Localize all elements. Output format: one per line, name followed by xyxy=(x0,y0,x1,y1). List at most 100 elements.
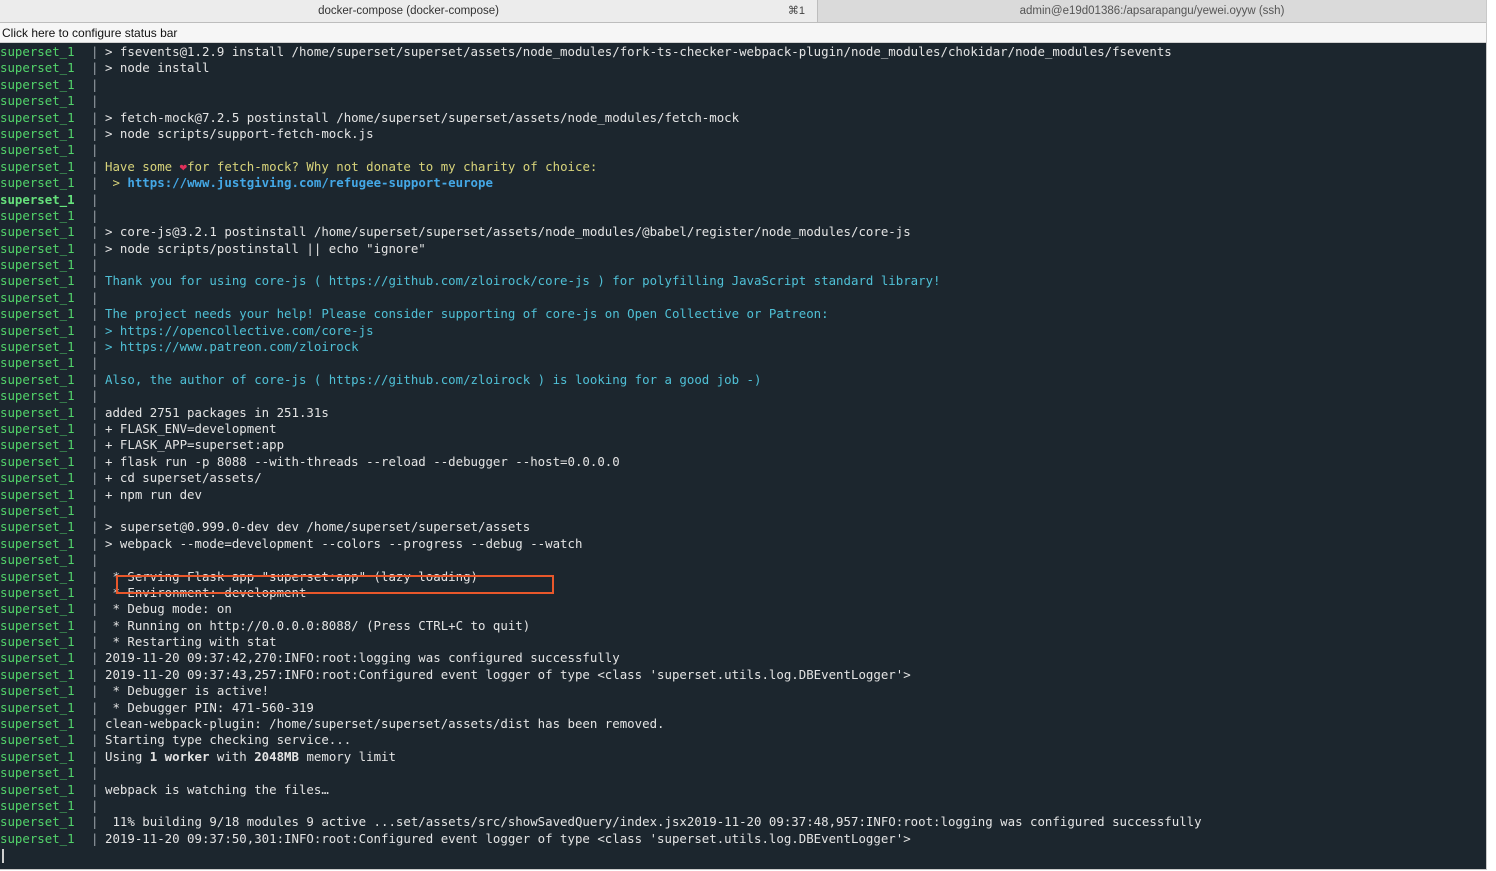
line-separator: | xyxy=(91,207,99,223)
terminal-line: superset_1 | * Running on http://0.0.0.0:… xyxy=(0,618,1486,634)
terminal-window: docker-compose (docker-compose) ⌘1 admin… xyxy=(0,0,1487,870)
line-prefix: superset_1 xyxy=(0,388,75,404)
line-prefix: superset_1 xyxy=(0,207,75,223)
heart-icon: ❤ xyxy=(179,158,188,174)
line-separator: | xyxy=(91,273,99,289)
line-text: > https://opencollective.com/core-js xyxy=(105,323,374,339)
line-text: Have some ❤for fetch-mock? Why not donat… xyxy=(105,159,597,175)
text-segment: 2019-11-20 09:37:43,257:INFO:root:Config… xyxy=(105,666,911,682)
terminal-line: superset_1 | 2019-11-20 09:37:50,301:INFO:… xyxy=(0,831,1486,847)
terminal-line: superset_1 | Starting type checking servic… xyxy=(0,732,1486,748)
tab-shortcut: ⌘1 xyxy=(787,5,805,17)
line-text: > https://www.justgiving.com/refugee-sup… xyxy=(105,175,493,191)
line-text: * Debugger PIN: 471-560-319 xyxy=(105,699,314,716)
line-text: > superset@0.999.0-dev dev /home/superse… xyxy=(105,519,530,535)
donation-link: https://www.justgiving.com/refugee-suppo… xyxy=(127,175,493,191)
terminal-line: superset_1 | The project needs your help! … xyxy=(0,306,1486,322)
line-prefix: superset_1 xyxy=(0,683,75,699)
text-segment: memory limit xyxy=(298,748,396,764)
line-text: Also, the author of core-js ( https://gi… xyxy=(105,372,761,388)
line-prefix: superset_1 xyxy=(0,765,75,781)
text-segment: + FLASK_ENV=development xyxy=(105,420,277,436)
terminal-line: superset_1 | clean-webpack-plugin: /home/s… xyxy=(0,716,1486,732)
text-segment: > fsevents@1.2.9 install /home/superset/… xyxy=(105,44,1172,59)
terminal-line: superset_1 | Also, the author of core-js (… xyxy=(0,372,1486,388)
line-separator: | xyxy=(91,437,99,453)
text-segment: Using xyxy=(105,748,150,764)
tab-ssh[interactable]: admin@e19d01386:/apsarapangu/yewei.oyyw … xyxy=(818,0,1486,22)
line-prefix: superset_1 xyxy=(0,76,75,92)
terminal-line: superset_1 | > fetch-mock@7.2.5 postinstal… xyxy=(0,110,1486,126)
terminal-line: superset_1 | xyxy=(0,355,1486,371)
line-text: > node install xyxy=(105,60,209,76)
line-prefix: superset_1 xyxy=(0,224,75,240)
line-separator: | xyxy=(91,420,99,436)
line-prefix: superset_1 xyxy=(0,797,75,813)
text-segment: > superset@0.999.0-dev dev /home/superse… xyxy=(105,519,531,535)
line-prefix: superset_1 xyxy=(0,634,75,650)
line-prefix: superset_1 xyxy=(0,339,75,355)
line-text: webpack is watching the files… xyxy=(105,782,329,798)
line-text: + npm run dev xyxy=(105,487,202,503)
terminal-line: superset_1 | webpack is watching the files… xyxy=(0,782,1486,798)
terminal-line: superset_1 | 2019-11-20 09:37:43,257:INFO:… xyxy=(0,667,1486,683)
text-segment: > node scripts/postinstall || echo "igno… xyxy=(105,240,426,256)
text-segment: * Running on http://0.0.0.0:8088/ (Press… xyxy=(105,617,531,633)
line-separator: | xyxy=(91,306,99,322)
line-separator: | xyxy=(91,142,99,158)
terminal-line: superset_1 | + npm run dev xyxy=(0,487,1486,503)
line-prefix: superset_1 xyxy=(0,257,75,273)
line-separator: | xyxy=(91,634,99,650)
terminal-output[interactable]: superset_1 | > fsevents@1.2.9 install /hom… xyxy=(0,44,1486,869)
terminal-line: superset_1 | > node install xyxy=(0,60,1486,76)
line-text: > core-js@3.2.1 postinstall /home/supers… xyxy=(105,224,911,240)
line-separator: | xyxy=(91,175,99,191)
terminal-line: superset_1 | xyxy=(0,798,1486,814)
line-prefix: superset_1 xyxy=(0,650,75,666)
line-prefix: superset_1 xyxy=(0,748,75,764)
terminal-line: superset_1 | > https://www.patreon.com/zlo… xyxy=(0,339,1486,355)
terminal-line: superset_1 | * Serving Flask app "superse… xyxy=(0,569,1486,585)
line-text: > node scripts/postinstall || echo "igno… xyxy=(105,241,426,257)
line-text: * Debug mode: on xyxy=(105,601,231,617)
line-separator: | xyxy=(91,732,99,748)
line-separator: | xyxy=(91,257,99,273)
line-prefix: superset_1 xyxy=(0,306,75,322)
line-text: The project needs your help! Please cons… xyxy=(105,306,829,322)
text-segment: The project needs your help! Please cons… xyxy=(105,306,829,322)
terminal-line: superset_1 | added 2751 packages in 251.31… xyxy=(0,405,1486,421)
line-prefix: superset_1 xyxy=(0,93,75,109)
terminal-line: superset_1 | > https://opencollective.com/… xyxy=(0,323,1486,339)
line-prefix: superset_1 xyxy=(0,240,75,256)
line-text: Thank you for using core-js ( https://gi… xyxy=(105,273,941,289)
text-segment: > fetch-mock@7.2.5 postinstall /home/sup… xyxy=(105,109,740,125)
terminal-line: superset_1 | xyxy=(0,552,1486,568)
line-prefix: superset_1 xyxy=(0,404,75,420)
line-prefix: superset_1 xyxy=(0,781,75,797)
terminal-line: superset_1 | > webpack --mode=development … xyxy=(0,536,1486,552)
terminal-line: superset_1 | + flask run -p 8088 --with-th… xyxy=(0,454,1486,470)
line-text: 2019-11-20 09:37:43,257:INFO:root:Config… xyxy=(105,667,911,683)
text-segment: > node scripts/support-fetch-mock.js xyxy=(105,125,374,141)
line-separator: | xyxy=(91,552,99,568)
status-bar[interactable]: Click here to configure status bar xyxy=(0,23,1486,43)
line-prefix: superset_1 xyxy=(0,453,75,469)
line-text: + FLASK_APP=superset:app xyxy=(105,437,284,453)
line-text: * Debugger is active! xyxy=(105,683,269,699)
terminal-line: superset_1 | * Debugger PIN: 471-560-319 xyxy=(0,700,1486,716)
text-segment: + cd superset/assets/ xyxy=(105,470,262,486)
terminal-line: superset_1 | 11% building 9/18 modules 9 … xyxy=(0,814,1486,830)
text-segment: * Debugger PIN: 471-560-319 xyxy=(105,699,314,715)
text-segment: > node install xyxy=(105,60,210,76)
line-separator: | xyxy=(91,683,99,699)
terminal-line: superset_1 | xyxy=(0,290,1486,306)
text-segment: 11% building 9/18 modules 9 active ...se… xyxy=(105,814,1202,830)
tab-docker-compose[interactable]: docker-compose (docker-compose) ⌘1 xyxy=(0,0,818,22)
line-text: 2019-11-20 09:37:42,270:INFO:root:loggin… xyxy=(105,650,620,666)
text-segment: webpack is watching the files… xyxy=(105,781,329,797)
text-segment: + flask run -p 8088 --with-threads --rel… xyxy=(105,453,620,469)
line-prefix: superset_1 xyxy=(0,125,75,141)
status-bar-label: Click here to configure status bar xyxy=(2,26,178,40)
line-separator: | xyxy=(91,814,99,830)
line-separator: | xyxy=(91,93,99,109)
